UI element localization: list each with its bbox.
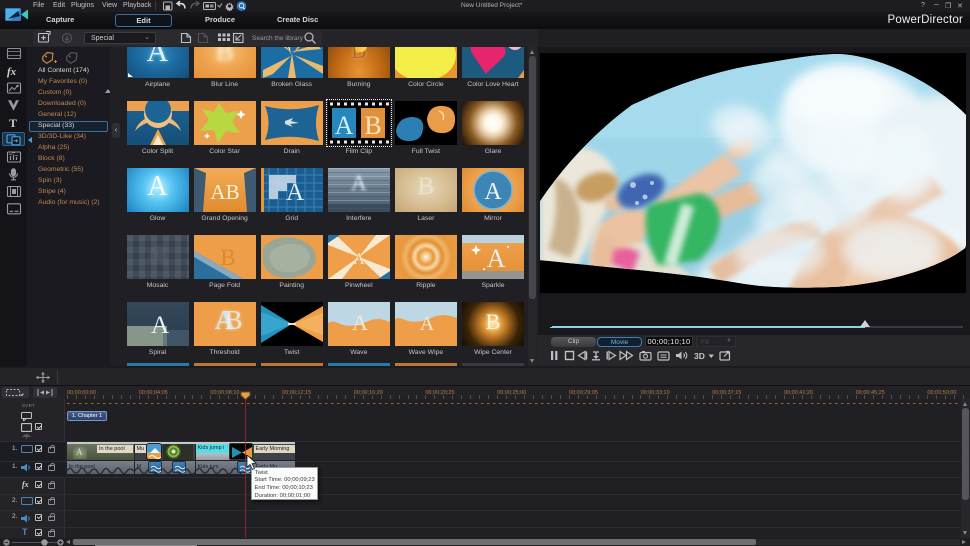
svg-text:A: A: [484, 179, 502, 205]
svg-text:T: T: [9, 116, 17, 130]
svg-text:B: B: [220, 245, 235, 270]
svg-text:A: A: [487, 244, 506, 273]
svg-text:A: A: [353, 251, 365, 268]
svg-text:3D: 3D: [694, 351, 705, 361]
svg-text:fx: fx: [7, 66, 17, 78]
svg-text:A: A: [286, 179, 304, 206]
svg-text:A: A: [420, 313, 435, 335]
svg-text:B: B: [364, 111, 381, 140]
svg-text:A: A: [150, 312, 168, 339]
svg-text:A: A: [334, 111, 353, 140]
svg-text:AB: AB: [210, 180, 239, 204]
svg-text:A: A: [352, 310, 368, 335]
